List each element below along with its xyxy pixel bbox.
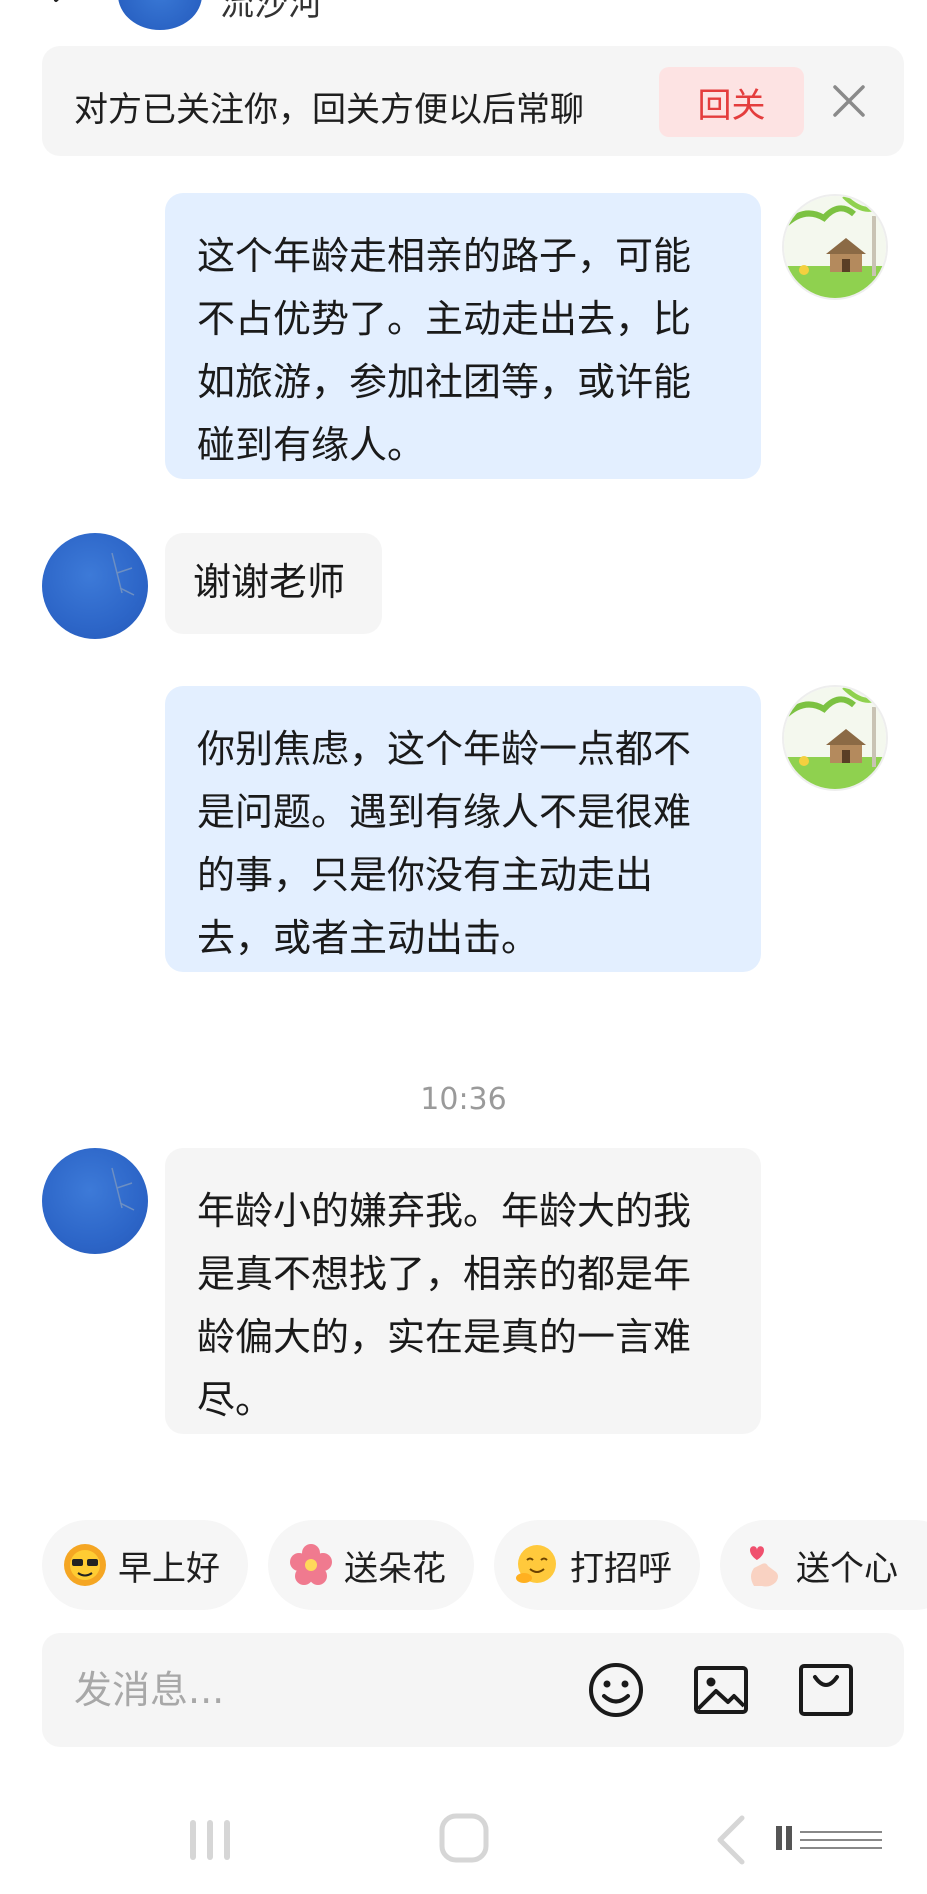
watermark-logo bbox=[776, 1826, 882, 1850]
contact-avatar[interactable] bbox=[42, 1148, 148, 1254]
sunglasses-sun-emoji-icon bbox=[64, 1544, 106, 1586]
quick-reply-send-flower[interactable]: 送朵花 bbox=[268, 1520, 474, 1610]
quick-reply-good-morning[interactable]: 早上好 bbox=[42, 1520, 248, 1610]
image-icon[interactable] bbox=[690, 1659, 752, 1721]
contact-name: 流沙河 bbox=[220, 0, 322, 24]
follow-banner-text: 对方已关注你，回关方便以后常聊 bbox=[74, 90, 584, 130]
quick-reply-label: 早上好 bbox=[118, 1548, 220, 1589]
tree-branch-decoration bbox=[111, 1167, 135, 1211]
flower-emoji-icon bbox=[290, 1544, 332, 1585]
follow-back-button[interactable]: 回关 bbox=[659, 67, 804, 137]
message-bubble-received: 谢谢老师 bbox=[165, 533, 382, 634]
message-bubble-received: 年龄小的嫌弃我。年龄大的我是真不想找了，相亲的都是年龄偏大的，实在是真的一言难尽… bbox=[165, 1148, 761, 1434]
back-icon[interactable] bbox=[700, 1810, 764, 1870]
message-bubble-sent: 你别焦虑，这个年龄一点都不是问题。遇到有缘人不是很难的事，只是你没有主动走出去，… bbox=[165, 686, 761, 972]
message-input[interactable] bbox=[74, 1660, 554, 1720]
smiling-hug-emoji-icon bbox=[516, 1545, 556, 1583]
my-avatar[interactable] bbox=[782, 194, 888, 300]
emoji-icon[interactable] bbox=[585, 1659, 647, 1721]
landscape-avatar-image bbox=[784, 687, 886, 789]
home-icon[interactable] bbox=[432, 1810, 496, 1870]
quick-reply-say-hello[interactable]: 打招呼 bbox=[494, 1520, 700, 1610]
message-bubble-sent: 这个年龄走相亲的路子，可能不占优势了。主动走出去，比如旅游，参加社团等，或许能碰… bbox=[165, 193, 761, 479]
contact-avatar[interactable] bbox=[42, 533, 148, 639]
contact-avatar[interactable] bbox=[118, 0, 202, 30]
recent-apps-icon[interactable] bbox=[178, 1810, 242, 1870]
close-icon[interactable] bbox=[828, 80, 870, 122]
finger-heart-emoji-icon bbox=[750, 1546, 778, 1587]
tree-branch-decoration bbox=[111, 552, 135, 596]
message-timestamp: 10:36 bbox=[420, 1082, 507, 1117]
landscape-avatar-image bbox=[784, 196, 886, 298]
quick-reply-label: 送朵花 bbox=[344, 1548, 446, 1589]
quick-reply-send-heart[interactable]: 送个心 bbox=[720, 1520, 927, 1610]
shopping-bag-icon[interactable] bbox=[795, 1659, 857, 1721]
back-arrow-icon[interactable] bbox=[48, 0, 78, 16]
quick-reply-label: 送个心 bbox=[796, 1548, 898, 1589]
quick-reply-label: 打招呼 bbox=[570, 1548, 672, 1589]
my-avatar[interactable] bbox=[782, 685, 888, 791]
